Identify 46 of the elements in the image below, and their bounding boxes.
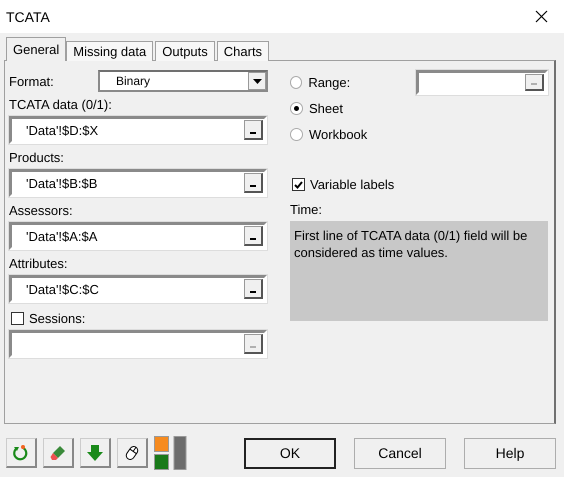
tab[interactable]: General bbox=[6, 37, 66, 61]
refresh-icon bbox=[12, 444, 30, 462]
checkbox[interactable] bbox=[292, 178, 305, 191]
input-field[interactable]: 'Data'!$C:$C bbox=[9, 275, 267, 303]
input-field[interactable]: 'Data'!$D:$X bbox=[9, 116, 267, 144]
range-select-button[interactable] bbox=[244, 226, 263, 246]
input-field[interactable] bbox=[9, 330, 267, 358]
tab[interactable]: Charts bbox=[216, 41, 270, 61]
download-button[interactable] bbox=[80, 438, 111, 468]
down-arrow-icon bbox=[86, 444, 104, 462]
field-label: TCATA data (0/1): bbox=[9, 97, 113, 112]
input-field[interactable]: 'Data'!$A:$A bbox=[9, 222, 267, 250]
time-label: Time: bbox=[290, 202, 324, 217]
radio-label: Range: bbox=[308, 74, 352, 90]
dialog-button[interactable]: Help bbox=[464, 438, 556, 468]
dialog-button[interactable]: Cancel bbox=[354, 438, 446, 468]
eraser-icon bbox=[49, 444, 67, 462]
tab[interactable]: Missing data bbox=[66, 41, 154, 61]
radio-button[interactable] bbox=[290, 76, 302, 88]
range-select-button[interactable] bbox=[244, 120, 263, 140]
window-title: TCATA bbox=[6, 8, 50, 24]
checkbox-label: Variable labels bbox=[310, 177, 394, 192]
close-icon bbox=[534, 10, 548, 23]
mouse-button[interactable] bbox=[117, 438, 148, 468]
format-dropdown[interactable]: Binary bbox=[98, 70, 268, 92]
checkbox-label: Sessions: bbox=[29, 311, 86, 326]
radio-label: Workbook bbox=[309, 126, 368, 142]
range-select-button[interactable] bbox=[244, 279, 263, 299]
range-field[interactable] bbox=[416, 70, 548, 94]
radio-button[interactable] bbox=[290, 102, 303, 114]
tab[interactable]: Outputs bbox=[155, 41, 215, 61]
toggle-icon bbox=[154, 436, 188, 470]
dropdown-button[interactable] bbox=[248, 72, 266, 90]
dialog-button[interactable]: OK bbox=[244, 438, 336, 468]
field-label: Products: bbox=[9, 150, 65, 165]
input-field[interactable]: 'Data'!$B:$B bbox=[9, 169, 267, 197]
caret-icon bbox=[252, 78, 262, 84]
clear-button[interactable] bbox=[43, 438, 74, 468]
radio-button[interactable] bbox=[290, 128, 303, 140]
format-label: Format: bbox=[9, 74, 54, 88]
reset-button[interactable] bbox=[6, 438, 37, 468]
field-label: Assessors: bbox=[9, 203, 74, 218]
time-note: First line of TCATA data (0/1) field will be considered as time values. bbox=[290, 221, 548, 321]
radio-label: Sheet bbox=[309, 100, 343, 116]
range-select-button[interactable] bbox=[244, 173, 263, 193]
field-label: Attributes: bbox=[9, 256, 69, 271]
